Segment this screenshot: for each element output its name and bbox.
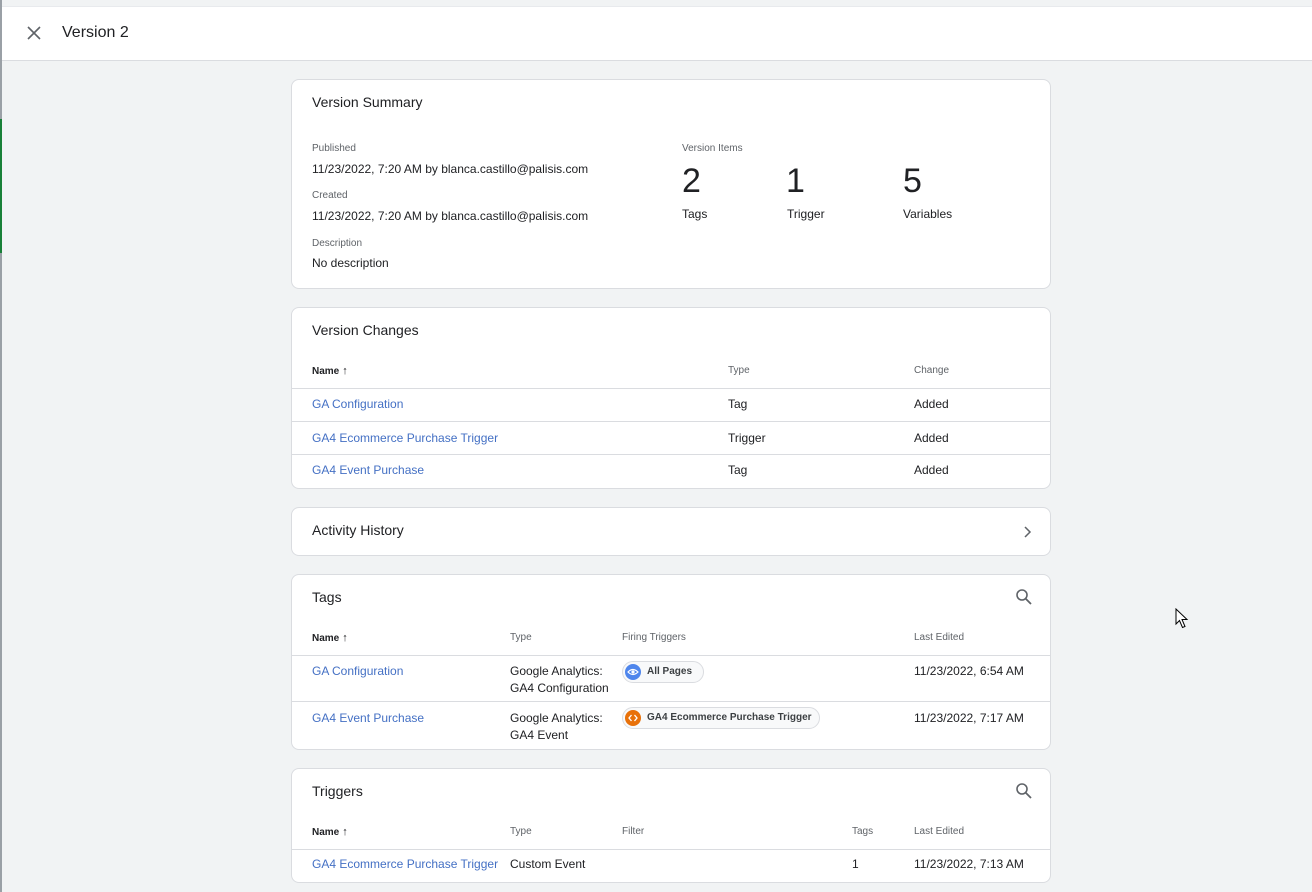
published-label: Published — [312, 143, 356, 154]
trigger-chip[interactable]: All Pages — [622, 661, 704, 683]
search-icon — [1016, 783, 1032, 799]
tags-card: Tags Name ↑ Type Firing Triggers Last Edi… — [291, 574, 1051, 750]
table-row[interactable]: GA Configuration Tag Added — [292, 388, 1050, 422]
table-row[interactable]: GA Configuration Google Analytics: GA4 C… — [292, 655, 1050, 702]
change-status: Added — [914, 431, 949, 445]
trigger-chip-label: GA4 Ecommerce Purchase Trigger — [647, 712, 812, 723]
column-header-last-edited: Last Edited — [914, 826, 965, 837]
column-header-filter: Filter — [622, 826, 645, 837]
card-title: Triggers — [312, 783, 363, 799]
description-value: No description — [312, 256, 389, 270]
card-title: Version Summary — [312, 94, 423, 110]
variables-count-label: Variables — [903, 207, 953, 221]
trigger-count-label: Trigger — [787, 207, 825, 221]
version-summary-card: Version Summary Published 11/23/2022, 7:… — [291, 79, 1051, 289]
search-button[interactable] — [1014, 781, 1034, 801]
table-row[interactable]: GA4 Event Purchase Tag Added — [292, 454, 1050, 488]
close-button[interactable] — [22, 21, 46, 45]
change-name-link[interactable]: GA4 Event Purchase — [312, 463, 424, 477]
column-header-firing-triggers: Firing Triggers — [622, 632, 686, 643]
version-changes-card: Version Changes Name ↑ Type Change GA Con… — [291, 307, 1051, 489]
chevron-right-icon — [1024, 526, 1032, 538]
sort-ascending-icon: ↑ — [342, 826, 348, 838]
created-value: 11/23/2022, 7:20 AM by blanca.castillo@p… — [312, 209, 589, 223]
tag-name-link[interactable]: GA Configuration — [312, 664, 403, 678]
change-status: Added — [914, 463, 949, 477]
mouse-cursor-icon — [1175, 608, 1189, 629]
column-header-label: Name — [312, 827, 340, 838]
variables-count: 5 — [903, 162, 922, 200]
sort-ascending-icon: ↑ — [342, 632, 348, 644]
column-header-type: Type — [728, 365, 750, 376]
trigger-name-link[interactable]: GA4 Ecommerce Purchase Trigger — [312, 857, 498, 871]
trigger-tags-count: 1 — [852, 857, 859, 871]
version-items-label: Version Items — [682, 143, 743, 154]
column-header-name[interactable]: Name ↑ — [312, 365, 348, 377]
table-row[interactable]: GA4 Event Purchase Google Analytics: GA4… — [292, 701, 1050, 749]
tag-last-edited: 11/23/2022, 6:54 AM — [914, 664, 1024, 678]
search-button[interactable] — [1014, 587, 1034, 607]
trigger-type: Custom Event — [510, 857, 586, 871]
page-title: Version 2 — [62, 24, 129, 41]
change-type: Trigger — [728, 431, 766, 445]
tags-count: 2 — [682, 162, 701, 200]
change-type: Tag — [728, 397, 748, 411]
tag-name-link[interactable]: GA4 Event Purchase — [312, 711, 424, 725]
published-value: 11/23/2022, 7:20 AM by blanca.castillo@p… — [312, 162, 589, 176]
column-header-tags: Tags — [852, 826, 874, 837]
created-label: Created — [312, 190, 348, 201]
trigger-count: 1 — [786, 162, 805, 200]
sort-ascending-icon: ↑ — [342, 365, 348, 377]
description-label: Description — [312, 238, 363, 249]
card-title: Activity History — [312, 522, 404, 538]
code-icon — [625, 710, 641, 726]
trigger-chip[interactable]: GA4 Ecommerce Purchase Trigger — [622, 707, 820, 729]
tag-type: Google Analytics: GA4 Configuration — [510, 664, 609, 695]
left-edge-highlight — [0, 119, 2, 253]
tag-last-edited: 11/23/2022, 7:17 AM — [914, 711, 1024, 725]
column-header-change: Change — [914, 365, 950, 376]
table-row[interactable]: GA4 Ecommerce Purchase Trigger Trigger A… — [292, 421, 1050, 455]
change-name-link[interactable]: GA Configuration — [312, 397, 403, 411]
column-header-label: Name — [312, 366, 340, 377]
trigger-chip-label: All Pages — [647, 666, 693, 677]
table-row[interactable]: GA4 Ecommerce Purchase Trigger Custom Ev… — [292, 849, 1050, 882]
column-header-name[interactable]: Name ↑ — [312, 632, 348, 644]
change-status: Added — [914, 397, 949, 411]
change-type: Tag — [728, 463, 748, 477]
top-bar: Version 2 — [2, 6, 1312, 61]
tag-type: Google Analytics: GA4 Event — [510, 711, 603, 742]
change-name-link[interactable]: GA4 Ecommerce Purchase Trigger — [312, 431, 498, 445]
column-header-type: Type — [510, 632, 532, 643]
triggers-card: Triggers Name ↑ Type Filter Tags Last Edi… — [291, 768, 1051, 883]
card-title: Version Changes — [312, 322, 419, 338]
eye-icon — [625, 664, 641, 680]
activity-history-card[interactable]: Activity History — [291, 507, 1051, 556]
trigger-last-edited: 11/23/2022, 7:13 AM — [914, 857, 1024, 871]
column-header-name[interactable]: Name ↑ — [312, 826, 348, 838]
column-header-type: Type — [510, 826, 532, 837]
column-header-last-edited: Last Edited — [914, 632, 965, 643]
search-icon — [1016, 589, 1032, 605]
tags-count-label: Tags — [682, 207, 708, 221]
column-header-label: Name — [312, 633, 340, 644]
card-title: Tags — [312, 589, 342, 605]
close-icon — [27, 26, 41, 40]
